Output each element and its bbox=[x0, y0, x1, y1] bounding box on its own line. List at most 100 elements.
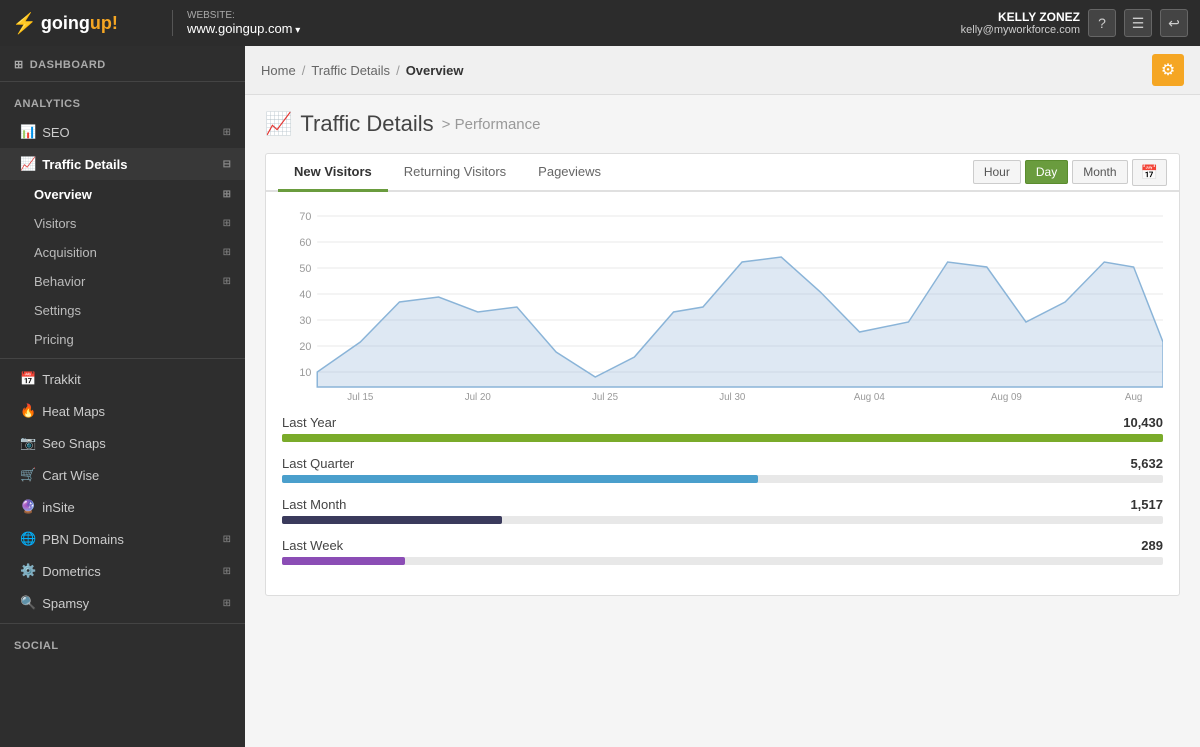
breadcrumb-traffic[interactable]: Traffic Details bbox=[311, 63, 390, 78]
dometrics-icon: ⚙️ bbox=[20, 563, 36, 579]
sidebar-item-traffic-label: Traffic Details bbox=[42, 157, 127, 172]
divider-1 bbox=[0, 81, 245, 82]
sidebar-sub-item-visitors[interactable]: Visitors ⊞ bbox=[0, 209, 245, 238]
svg-text:10: 10 bbox=[299, 367, 311, 379]
chart-area: 70 60 50 40 30 20 10 bbox=[266, 192, 1179, 405]
stat-row-last-month: Last Month 1,517 bbox=[282, 497, 1163, 524]
logo: ⚡ goingup! bbox=[12, 11, 152, 36]
day-button[interactable]: Day bbox=[1025, 160, 1068, 184]
spamsy-label: Spamsy bbox=[42, 596, 89, 611]
breadcrumb-bar: Home / Traffic Details / Overview ⚙ bbox=[245, 46, 1200, 95]
user-email: kelly@myworkforce.com bbox=[961, 24, 1080, 36]
pbn-label: PBN Domains bbox=[42, 532, 124, 547]
sidebar-item-heat-maps[interactable]: 🔥 Heat Maps bbox=[0, 395, 245, 427]
website-url[interactable]: www.goingup.com bbox=[187, 21, 300, 36]
tab-new-visitors[interactable]: New Visitors bbox=[278, 154, 388, 192]
analytics-header: Analytics bbox=[0, 86, 245, 116]
sidebar-item-spamsy[interactable]: 🔍 Spamsy ⊞ bbox=[0, 587, 245, 619]
help-button[interactable]: ? bbox=[1088, 9, 1116, 37]
sidebar-item-traffic-details[interactable]: 📈 Traffic Details ⊟ bbox=[0, 148, 245, 180]
pricing-label: Pricing bbox=[34, 332, 74, 347]
behavior-label: Behavior bbox=[34, 274, 85, 289]
sidebar-sub-item-behavior[interactable]: Behavior ⊞ bbox=[0, 267, 245, 296]
topbar-right: KELLY ZONEZ kelly@myworkforce.com ? ☰ ↩ bbox=[961, 9, 1188, 37]
dometrics-label: Dometrics bbox=[42, 564, 101, 579]
insite-icon: 🔮 bbox=[20, 499, 36, 515]
page-title: 📈 Traffic Details > Performance bbox=[265, 111, 1180, 137]
traffic-expand-icon: ⊟ bbox=[223, 159, 231, 170]
svg-text:60: 60 bbox=[299, 237, 311, 249]
sidebar-sub-item-pricing[interactable]: Pricing bbox=[0, 325, 245, 354]
sidebar-item-insite[interactable]: 🔮 inSite bbox=[0, 491, 245, 523]
divider-3 bbox=[0, 623, 245, 624]
sidebar-item-seo-snaps[interactable]: 📷 Seo Snaps bbox=[0, 427, 245, 459]
chart-svg: 70 60 50 40 30 20 10 bbox=[282, 202, 1163, 402]
gear-button[interactable]: ⚙ bbox=[1152, 54, 1184, 86]
last-month-label: Last Month bbox=[282, 497, 346, 512]
sidebar-item-dometrics[interactable]: ⚙️ Dometrics ⊞ bbox=[0, 555, 245, 587]
calendar-button[interactable]: 📅 bbox=[1132, 159, 1167, 186]
tab-returning-visitors[interactable]: Returning Visitors bbox=[388, 154, 522, 192]
website-selector[interactable]: WEBSITE: www.goingup.com bbox=[172, 10, 300, 36]
tabs-row: New Visitors Returning Visitors Pageview… bbox=[266, 154, 1179, 192]
pbn-expand-icon: ⊞ bbox=[223, 534, 231, 545]
page-title-icon: 📈 bbox=[265, 111, 292, 137]
stats-area: Last Year 10,430 Last Quarter 5,632 bbox=[266, 405, 1179, 595]
sidebar-item-seo-label: SEO bbox=[42, 125, 69, 140]
cart-wise-label: Cart Wise bbox=[42, 468, 99, 483]
last-month-bar-bg bbox=[282, 516, 1163, 524]
svg-text:Jul 30: Jul 30 bbox=[719, 392, 746, 402]
stat-header-last-quarter: Last Quarter 5,632 bbox=[282, 456, 1163, 471]
hour-button[interactable]: Hour bbox=[973, 160, 1021, 184]
time-controls: Hour Day Month 📅 bbox=[973, 159, 1167, 186]
last-year-bar-bg bbox=[282, 434, 1163, 442]
dashboard-header: ⊞ DASHBOARD bbox=[0, 46, 245, 77]
logo-text: goingup! bbox=[41, 13, 118, 34]
sidebar: ⊞ DASHBOARD Analytics 📊 SEO ⊞ 📈 Traffic … bbox=[0, 46, 245, 747]
sidebar-item-trakkit[interactable]: 📅 Trakkit bbox=[0, 363, 245, 395]
stat-header-last-month: Last Month 1,517 bbox=[282, 497, 1163, 512]
month-button[interactable]: Month bbox=[1072, 160, 1127, 184]
sidebar-sub-item-overview[interactable]: Overview ⊞ bbox=[0, 180, 245, 209]
breadcrumb-current: Overview bbox=[406, 63, 464, 78]
sidebar-sub-item-acquisition[interactable]: Acquisition ⊞ bbox=[0, 238, 245, 267]
stat-header-last-year: Last Year 10,430 bbox=[282, 415, 1163, 430]
last-week-label: Last Week bbox=[282, 538, 343, 553]
last-month-bar bbox=[282, 516, 502, 524]
sidebar-sub-item-settings[interactable]: Settings bbox=[0, 296, 245, 325]
behavior-expand-icon: ⊞ bbox=[223, 276, 231, 287]
last-year-value: 10,430 bbox=[1123, 415, 1163, 430]
topbar: ⚡ goingup! WEBSITE: www.goingup.com KELL… bbox=[0, 0, 1200, 46]
menu-button[interactable]: ☰ bbox=[1124, 9, 1152, 37]
svg-text:Aug 09: Aug 09 bbox=[991, 392, 1022, 402]
sidebar-item-cart-wise[interactable]: 🛒 Cart Wise bbox=[0, 459, 245, 491]
tab-pageviews[interactable]: Pageviews bbox=[522, 154, 617, 192]
pbn-icon: 🌐 bbox=[20, 531, 36, 547]
content-area: Home / Traffic Details / Overview ⚙ 📈 Tr… bbox=[245, 46, 1200, 747]
dometrics-expand-icon: ⊞ bbox=[223, 566, 231, 577]
last-quarter-label: Last Quarter bbox=[282, 456, 354, 471]
svg-text:50: 50 bbox=[299, 263, 311, 275]
cart-wise-icon: 🛒 bbox=[20, 467, 36, 483]
svg-text:70: 70 bbox=[299, 211, 311, 223]
website-label: WEBSITE: bbox=[187, 10, 300, 21]
main-content: 📈 Traffic Details > Performance New Visi… bbox=[245, 95, 1200, 747]
traffic-icon: 📈 bbox=[20, 156, 36, 172]
last-year-bar bbox=[282, 434, 1163, 442]
user-name: KELLY ZONEZ bbox=[961, 10, 1080, 24]
page-subtitle: > Performance bbox=[442, 116, 541, 133]
stat-header-last-week: Last Week 289 bbox=[282, 538, 1163, 553]
acquisition-label: Acquisition bbox=[34, 245, 97, 260]
logo-icon: ⚡ bbox=[12, 11, 37, 36]
insite-label: inSite bbox=[42, 500, 75, 515]
stat-row-last-year: Last Year 10,430 bbox=[282, 415, 1163, 442]
sidebar-item-pbn-domains[interactable]: 🌐 PBN Domains ⊞ bbox=[0, 523, 245, 555]
last-week-bar bbox=[282, 557, 405, 565]
last-quarter-bar-bg bbox=[282, 475, 1163, 483]
back-button[interactable]: ↩ bbox=[1160, 9, 1188, 37]
breadcrumb-home[interactable]: Home bbox=[261, 63, 296, 78]
svg-text:Jul 15: Jul 15 bbox=[347, 392, 374, 402]
seo-snaps-icon: 📷 bbox=[20, 435, 36, 451]
sidebar-item-seo[interactable]: 📊 SEO ⊞ bbox=[0, 116, 245, 148]
svg-text:30: 30 bbox=[299, 315, 311, 327]
